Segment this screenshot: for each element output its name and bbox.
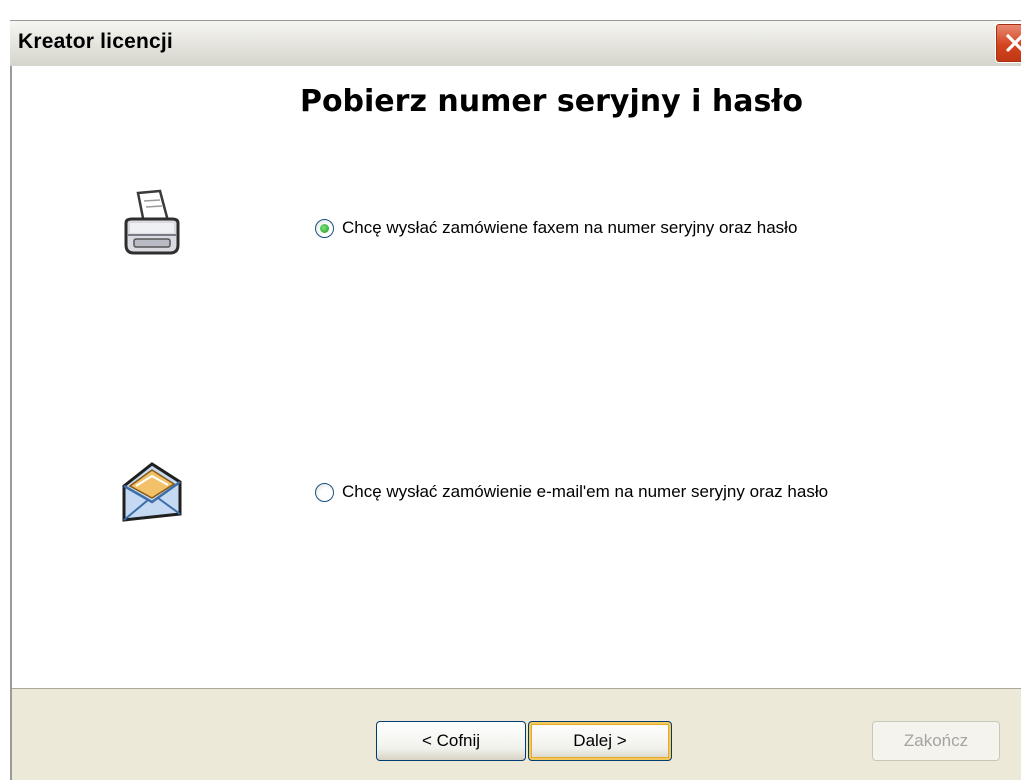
email-option-label: Chcę wysłać zamówienie e-mail'em na nume… bbox=[342, 482, 829, 501]
license-wizard-window: Kreator licencji Pobierz numer seryjny i… bbox=[0, 0, 1021, 780]
button-bar: < Cofnij Dalej > Zakończ bbox=[12, 688, 1021, 780]
printer-fax-icon bbox=[116, 189, 188, 266]
next-button[interactable]: Dalej > bbox=[528, 721, 672, 761]
close-icon bbox=[1006, 34, 1021, 52]
close-button[interactable] bbox=[995, 23, 1021, 63]
wizard-content: Pobierz numer seryjny i hasło Chcę wysła… bbox=[12, 66, 1021, 688]
title-bar[interactable]: Kreator licencji bbox=[10, 20, 1021, 66]
fax-radio[interactable] bbox=[315, 218, 334, 238]
fax-option[interactable]: Chcę wysłać zamówiene faxem na numer ser… bbox=[315, 218, 797, 238]
mail-envelope-icon bbox=[118, 456, 188, 531]
page-title: Pobierz numer seryjny i hasło bbox=[299, 84, 804, 119]
window-title: Kreator licencji bbox=[18, 30, 173, 53]
email-radio[interactable] bbox=[315, 482, 334, 502]
fax-option-label: Chcę wysłać zamówiene faxem na numer ser… bbox=[342, 218, 798, 237]
back-button[interactable]: < Cofnij bbox=[376, 721, 526, 761]
email-option[interactable]: Chcę wysłać zamówienie e-mail'em na nume… bbox=[315, 482, 828, 502]
finish-button[interactable]: Zakończ bbox=[872, 721, 1000, 761]
